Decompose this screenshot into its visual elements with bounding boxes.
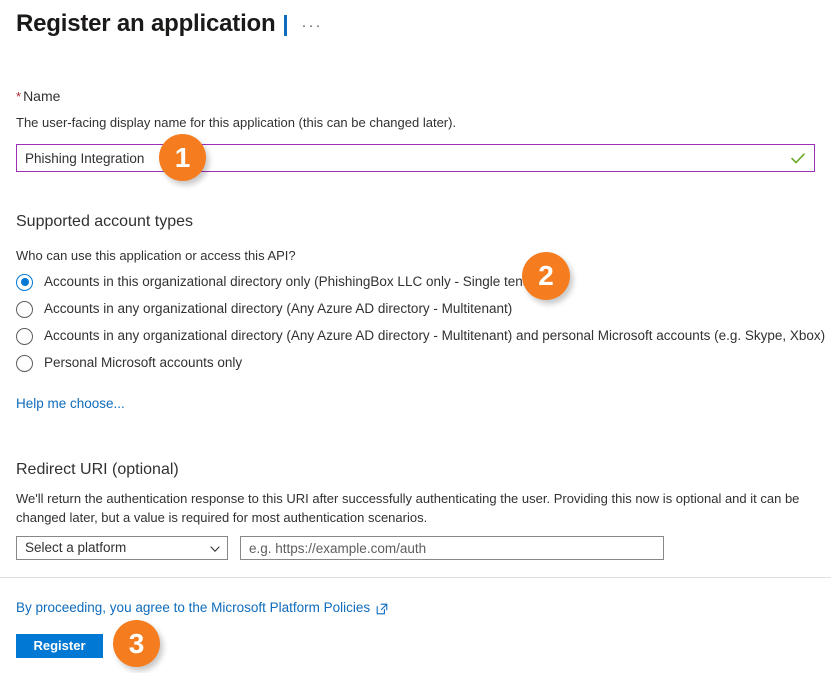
supported-account-types-heading: Supported account types: [16, 213, 194, 230]
name-field-label: * Name: [16, 86, 60, 107]
page-title: Register an application: [16, 10, 276, 37]
account-type-option-3-label: Personal Microsoft accounts only: [44, 355, 243, 370]
account-types-radio-group: Accounts in this organizational director…: [16, 270, 825, 378]
account-type-option-1[interactable]: Accounts in any organizational directory…: [16, 297, 816, 321]
name-field-description: The user-facing display name for this ap…: [16, 115, 457, 130]
external-link-icon[interactable]: [376, 602, 388, 614]
radio-icon: [16, 327, 33, 345]
redirect-uri-description-line2: changed later, but a value is required f…: [16, 510, 428, 525]
radio-icon: [16, 273, 33, 291]
check-icon: [786, 145, 810, 171]
help-me-choose-link[interactable]: Help me choose...: [16, 394, 125, 413]
name-input[interactable]: [17, 145, 786, 171]
register-button[interactable]: Register: [16, 634, 103, 658]
radio-icon: [16, 300, 33, 318]
account-type-option-2[interactable]: Accounts in any organizational directory…: [16, 324, 825, 348]
platform-select[interactable]: Select a platform: [16, 536, 228, 560]
step-badge-1: 1: [159, 134, 206, 181]
redirect-uri-heading: Redirect URI (optional): [16, 461, 179, 478]
account-type-option-0-label: Accounts in this organizational director…: [44, 274, 547, 289]
name-input-container[interactable]: [16, 144, 815, 172]
radio-icon: [16, 354, 33, 372]
account-type-option-1-label: Accounts in any organizational directory…: [44, 301, 513, 316]
account-type-option-3[interactable]: Personal Microsoft accounts only: [16, 351, 816, 375]
microsoft-platform-policies-link[interactable]: By proceeding, you agree to the Microsof…: [16, 598, 370, 617]
required-asterisk: *: [16, 89, 22, 104]
page-header: Register an application ···: [16, 8, 322, 40]
redirect-uri-input[interactable]: [240, 536, 664, 560]
step-badge-2: 2: [522, 252, 570, 300]
account-type-option-2-label: Accounts in any organizational directory…: [44, 328, 826, 343]
step-badge-3: 3: [113, 620, 160, 667]
platform-select-value: Select a platform: [25, 540, 127, 555]
account-type-option-0[interactable]: Accounts in this organizational director…: [16, 270, 816, 294]
chevron-down-icon: [209, 542, 221, 554]
title-accent-bar: [284, 14, 288, 36]
policy-link-container: By proceeding, you agree to the Microsof…: [16, 598, 388, 617]
account-types-question: Who can use this application or access t…: [16, 248, 296, 263]
name-label-text: Name: [23, 88, 61, 104]
footer-divider: [0, 577, 831, 578]
redirect-uri-description-line1: We'll return the authentication response…: [16, 491, 800, 506]
more-options-icon[interactable]: ···: [301, 14, 322, 38]
